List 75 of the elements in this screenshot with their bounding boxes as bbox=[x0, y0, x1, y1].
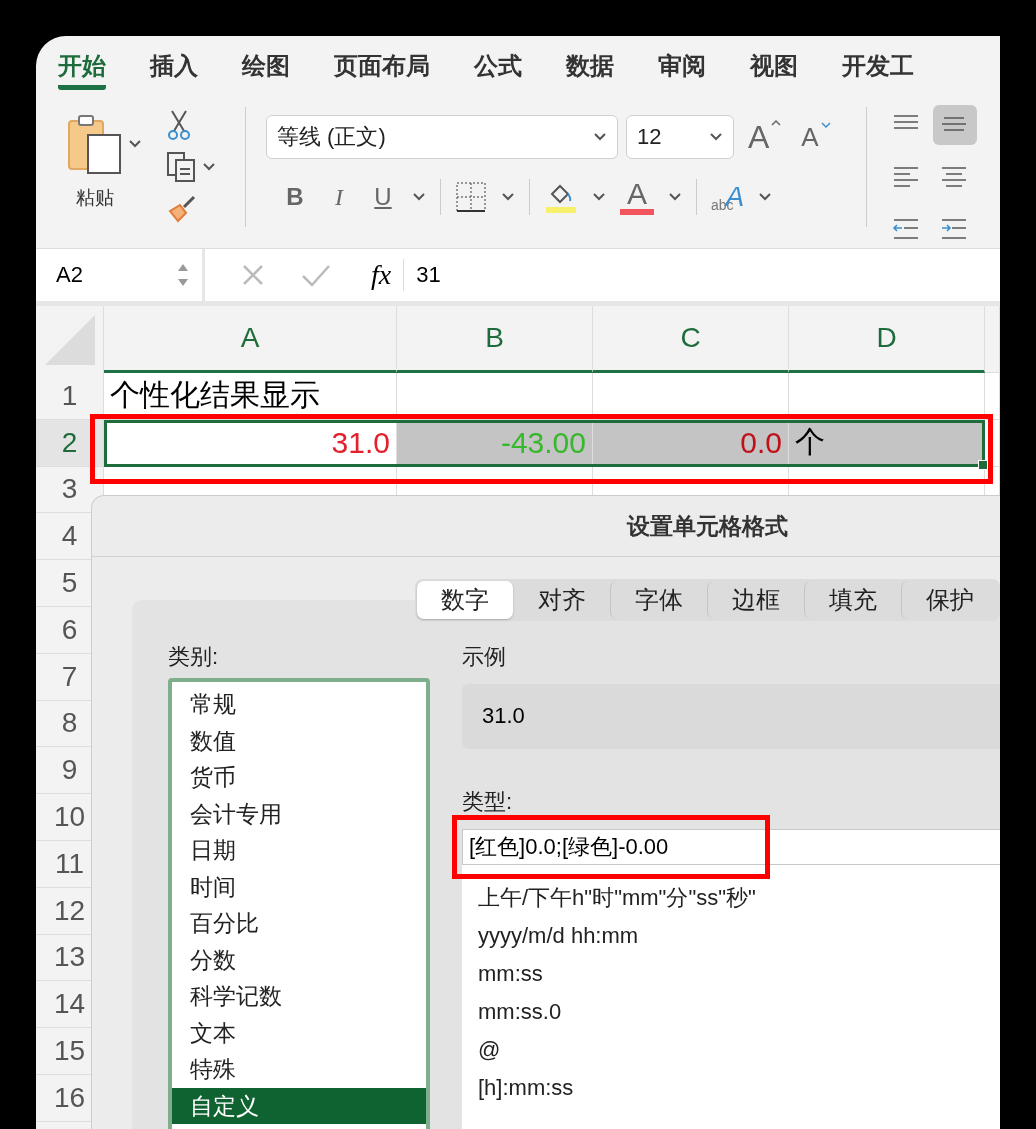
category-item[interactable]: 分数 bbox=[172, 941, 426, 978]
table-cell: 个性化结果显示 bbox=[104, 373, 397, 420]
category-item[interactable]: 文本 bbox=[172, 1014, 426, 1051]
ribbon-tab[interactable]: 开发工 bbox=[842, 50, 914, 90]
checkmark-icon[interactable] bbox=[301, 263, 331, 287]
category-item[interactable]: 百分比 bbox=[172, 905, 426, 942]
dialog-tab[interactable]: 边框 bbox=[706, 581, 804, 619]
ribbon-tab[interactable]: 绘图 bbox=[242, 50, 290, 90]
font-size-dropdown[interactable]: 12 bbox=[626, 115, 734, 159]
increase-font-size-button[interactable]: A bbox=[742, 118, 788, 156]
column-header[interactable]: A bbox=[104, 306, 397, 373]
category-item[interactable]: 数值 bbox=[172, 722, 426, 759]
sample-label: 示例 bbox=[462, 643, 506, 671]
dialog-tab[interactable]: 字体 bbox=[609, 581, 707, 619]
category-item[interactable]: 特殊 bbox=[172, 1051, 426, 1088]
row-header[interactable]: 1 bbox=[36, 373, 104, 420]
column-header[interactable]: D bbox=[789, 306, 985, 373]
ribbon-tab[interactable]: 视图 bbox=[750, 50, 798, 90]
scissors-icon[interactable] bbox=[166, 109, 192, 141]
font-color-button[interactable]: A bbox=[620, 179, 654, 215]
decrease-font-size-button[interactable]: A bbox=[795, 121, 837, 153]
category-item[interactable]: 自定义 bbox=[172, 1087, 426, 1124]
category-label: 类别: bbox=[168, 643, 219, 671]
format-item[interactable]: mm:ss.0 bbox=[478, 992, 1000, 1031]
format-item[interactable]: yyyy/m/d hh:mm bbox=[478, 916, 1000, 955]
alignment-button[interactable] bbox=[933, 105, 977, 145]
caret-down-icon bbox=[820, 121, 831, 129]
formula-input[interactable]: 31 bbox=[416, 262, 441, 288]
dialog-tab[interactable]: 填充 bbox=[803, 581, 901, 619]
format-item[interactable]: mm:ss bbox=[478, 954, 1000, 993]
caret-icon[interactable] bbox=[758, 192, 773, 202]
dialog-tab[interactable]: 数字 bbox=[416, 581, 513, 619]
type-input[interactable]: [红色]0.0;[绿色]-0.00 bbox=[462, 828, 1000, 865]
font-style-button[interactable]: I bbox=[324, 183, 354, 211]
caret-icon[interactable] bbox=[412, 192, 426, 202]
category-item[interactable]: 会计专用 bbox=[172, 795, 426, 832]
dialog-tab[interactable]: 保护 bbox=[900, 581, 998, 619]
clipboard-icon[interactable] bbox=[66, 113, 124, 175]
caret-icon[interactable] bbox=[501, 192, 515, 202]
caret-icon[interactable] bbox=[128, 139, 142, 149]
ribbon-tab[interactable]: 公式 bbox=[474, 50, 522, 90]
ribbon-tab[interactable]: 页面布局 bbox=[334, 50, 430, 90]
paintbrush-icon[interactable] bbox=[166, 193, 198, 223]
name-box[interactable]: A2 bbox=[36, 249, 205, 301]
ribbon-tab[interactable]: 审阅 bbox=[658, 50, 706, 90]
dialog-tab[interactable]: 对齐 bbox=[512, 581, 610, 619]
sample-preview: 31.0 bbox=[462, 684, 1000, 749]
type-label: 类型: bbox=[462, 787, 513, 816]
copy-icon[interactable] bbox=[166, 151, 198, 183]
caret-icon[interactable] bbox=[668, 192, 682, 202]
category-item[interactable]: 时间 bbox=[172, 868, 426, 905]
font-style-button[interactable]: B bbox=[280, 183, 310, 211]
caret-icon[interactable] bbox=[202, 162, 216, 172]
table-cell bbox=[985, 373, 1000, 420]
font-name-dropdown[interactable]: 等线 (正文) bbox=[266, 115, 618, 159]
caret-icon[interactable] bbox=[592, 192, 606, 202]
ribbon-tab[interactable]: 数据 bbox=[566, 50, 614, 90]
format-item[interactable]: [h]:mm:ss bbox=[478, 1068, 1000, 1107]
chevron-down-icon bbox=[709, 132, 723, 142]
caret-up-icon bbox=[771, 118, 782, 126]
ribbon-tab[interactable]: 开始 bbox=[58, 50, 106, 90]
format-item[interactable]: 上午/下午h"时"mm"分"ss"秒" bbox=[478, 878, 1000, 917]
chevron-down-icon bbox=[593, 132, 607, 142]
category-item[interactable]: 货币 bbox=[172, 759, 426, 796]
category-item[interactable]: 科学记数 bbox=[172, 978, 426, 1015]
column-header[interactable]: C bbox=[593, 306, 789, 373]
borders-icon[interactable] bbox=[455, 181, 487, 213]
category-item[interactable]: 常规 bbox=[172, 686, 426, 723]
column-header[interactable]: B bbox=[397, 306, 593, 373]
ribbon-tab[interactable]: 插入 bbox=[150, 50, 198, 90]
paste-label[interactable]: 粘贴 bbox=[76, 185, 114, 211]
font-style-button[interactable]: U bbox=[368, 183, 398, 211]
category-item[interactable]: 日期 bbox=[172, 832, 426, 869]
format-item[interactable]: @ bbox=[478, 1030, 1000, 1069]
insert-function-button[interactable]: fx bbox=[371, 259, 405, 291]
